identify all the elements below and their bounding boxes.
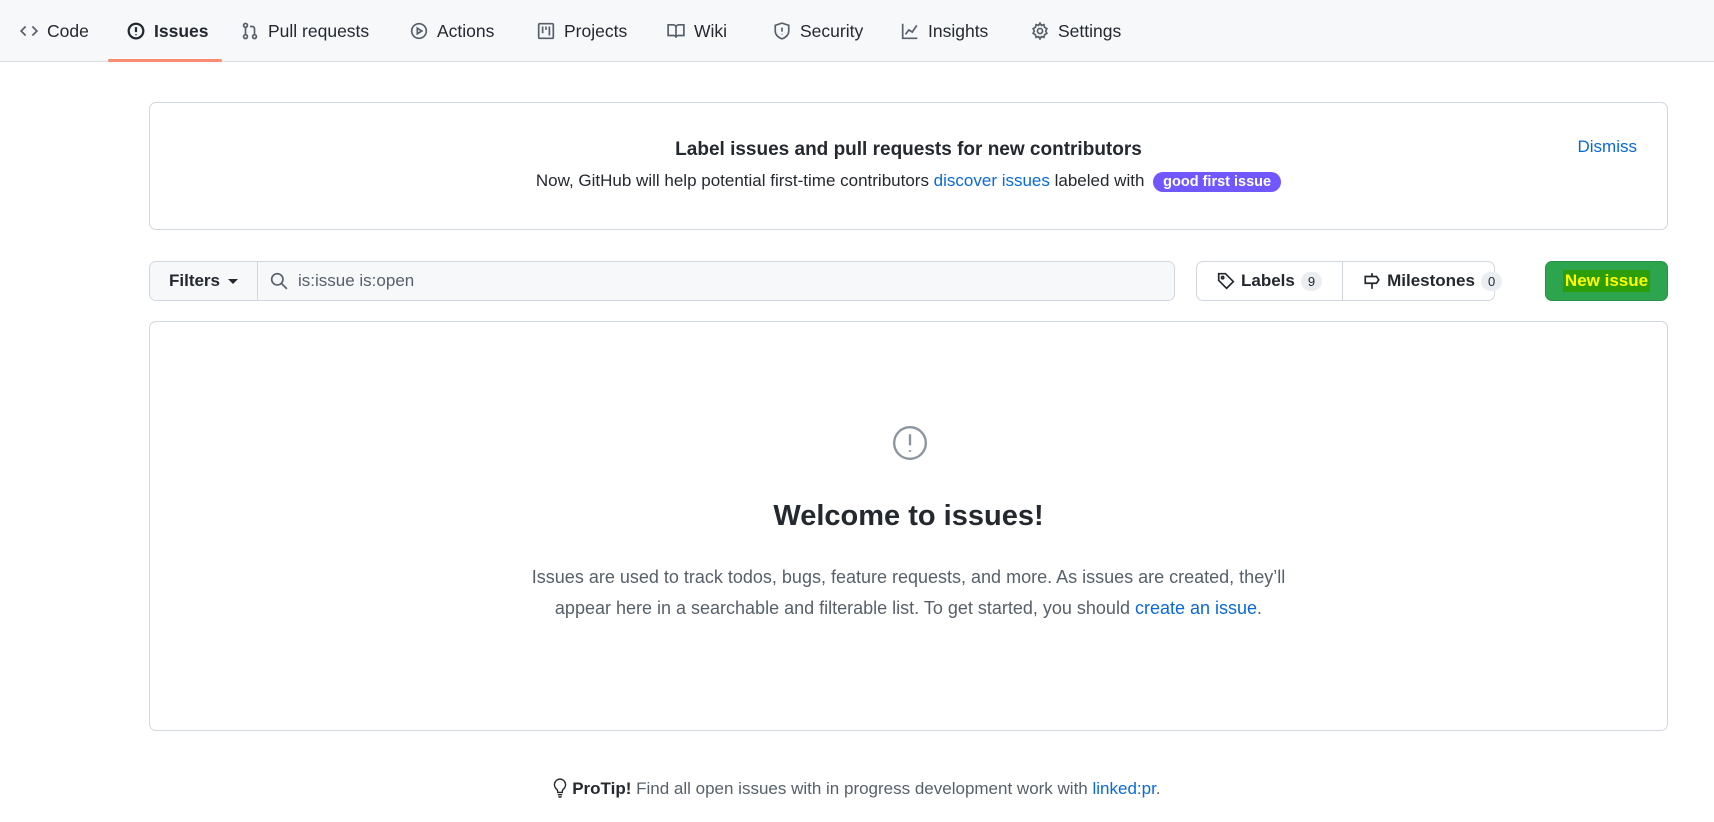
book-icon xyxy=(667,23,685,38)
new-contributors-banner: Label issues and pull requests for new c… xyxy=(149,102,1668,230)
active-tab-underline xyxy=(108,59,222,62)
graph-icon xyxy=(901,23,918,40)
good-first-issue-label[interactable]: good first issue xyxy=(1153,172,1282,192)
new-issue-button[interactable]: New issue xyxy=(1545,261,1668,301)
lightbulb-icon xyxy=(554,778,567,798)
milestone-icon xyxy=(1364,273,1380,289)
blankslate: Welcome to issues! Issues are used to tr… xyxy=(149,321,1668,731)
linked-pr-link[interactable]: linked:pr xyxy=(1092,779,1155,798)
code-icon xyxy=(20,25,38,37)
shield-icon xyxy=(774,22,790,40)
labels-button[interactable]: Labels 9 xyxy=(1197,262,1342,300)
tab-projects[interactable]: Projects xyxy=(537,0,627,62)
gear-icon xyxy=(1032,22,1048,40)
project-icon xyxy=(537,22,555,40)
labels-milestones-group: Labels 9 Milestones 0 xyxy=(1196,261,1503,301)
tab-security[interactable]: Security xyxy=(773,0,863,62)
tab-settings[interactable]: Settings xyxy=(1031,0,1121,62)
labels-count: 9 xyxy=(1300,271,1323,291)
pull-request-icon xyxy=(242,22,258,40)
issue-icon xyxy=(892,425,928,461)
create-issue-link[interactable]: create an issue xyxy=(1135,598,1257,618)
caret-down-icon xyxy=(228,278,239,284)
banner-text: Now, GitHub will help potential first-ti… xyxy=(150,171,1667,192)
tab-wiki[interactable]: Wiki xyxy=(667,0,727,62)
blankslate-title: Welcome to issues! xyxy=(773,500,1044,532)
search-box xyxy=(258,262,1174,300)
banner-title: Label issues and pull requests for new c… xyxy=(675,139,1142,160)
tab-insights[interactable]: Insights xyxy=(901,0,988,62)
dismiss-link[interactable]: Dismiss xyxy=(1578,137,1638,157)
tab-pull-requests[interactable]: Pull requests xyxy=(241,0,369,62)
tab-code[interactable]: Code xyxy=(20,0,89,62)
tag-icon xyxy=(1217,272,1235,290)
milestones-count: 0 xyxy=(1480,271,1503,291)
repo-nav: Code Issues Pull requests Actions Projec… xyxy=(0,0,1714,62)
issue-icon xyxy=(127,22,145,40)
protip: ProTip! Find all open issues with in pro… xyxy=(0,778,1714,799)
tab-issues[interactable]: Issues xyxy=(127,0,208,62)
filter-bar: Filters xyxy=(149,261,1175,301)
milestones-button[interactable]: Milestones 0 xyxy=(1342,262,1522,300)
blankslate-text: Issues are used to track todos, bugs, fe… xyxy=(531,567,1286,618)
tab-actions[interactable]: Actions xyxy=(410,0,494,62)
discover-issues-link[interactable]: discover issues xyxy=(934,171,1050,190)
search-icon xyxy=(270,272,288,290)
play-icon xyxy=(410,22,428,40)
search-input[interactable] xyxy=(298,271,1098,291)
filters-button[interactable]: Filters xyxy=(150,262,258,300)
